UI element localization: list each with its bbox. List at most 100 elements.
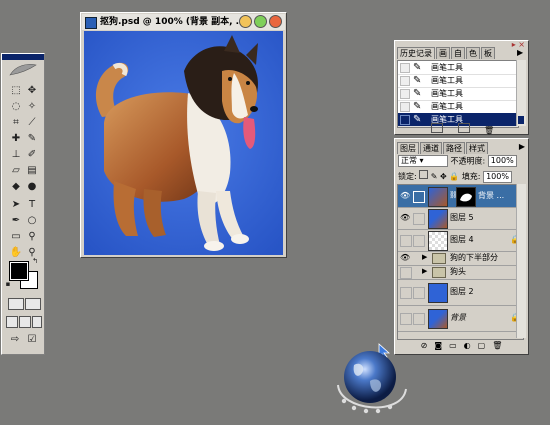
link-layers-icon[interactable]: ⊘ [421, 340, 428, 351]
panel-menu-icon[interactable]: ▶ [517, 48, 525, 58]
history-item[interactable]: ✎ 画笔工具 [398, 100, 518, 114]
image-canvas[interactable] [84, 31, 283, 255]
globe-logo-icon [337, 351, 407, 414]
foreground-color-swatch[interactable] [9, 261, 29, 281]
swap-colors-icon[interactable]: ↰ [30, 257, 40, 265]
jump-to-imageready-icon[interactable]: ⇨ [8, 333, 22, 347]
layer-thumbnail [428, 187, 448, 207]
clone-stamp-icon[interactable]: ⊥ [9, 148, 23, 162]
shape-tool-icon[interactable]: ○ [25, 214, 39, 228]
lock-position-icon[interactable]: ✥ [440, 172, 447, 181]
quick-mask-mode-button[interactable] [25, 298, 41, 310]
eye-off-box[interactable] [400, 267, 412, 279]
screen-mode-standard-button[interactable] [6, 316, 18, 328]
history-item[interactable]: ✎ 画笔工具 [398, 74, 518, 88]
layer-link-box[interactable] [413, 287, 425, 299]
eye-icon[interactable]: 👁 [400, 213, 410, 223]
lock-all-icon[interactable]: 🔒 [449, 172, 459, 181]
standard-mode-button[interactable] [8, 298, 24, 310]
layer-row[interactable]: 图层 4 🔒 [398, 229, 523, 252]
brush-icon: ✎ [413, 62, 422, 73]
brush-tool-icon[interactable]: ✎ [25, 132, 39, 146]
eye-off-box[interactable] [400, 235, 412, 247]
healing-brush-icon[interactable]: ✚ [9, 132, 23, 146]
dodge-tool-icon[interactable]: ● [25, 180, 39, 194]
history-item-label: 画笔工具 [431, 76, 463, 85]
pen-tool-icon[interactable]: ✒ [9, 214, 23, 228]
blur-tool-icon[interactable]: ◆ [9, 180, 23, 194]
lock-transparency-icon[interactable] [419, 170, 429, 179]
tab-tool-presets[interactable]: 自 [451, 47, 465, 59]
expand-arrow-icon[interactable]: ▶ [422, 267, 427, 275]
marquee-tool-icon[interactable]: ⬚ [9, 84, 23, 98]
tab-paths[interactable]: 路径 [443, 142, 465, 154]
history-item-label: 画笔工具 [431, 63, 463, 72]
layer-mask-icon[interactable]: ◙ [434, 340, 442, 351]
tab-color[interactable]: 色 [466, 47, 480, 59]
adjustment-layer-icon[interactable]: ◐ [464, 340, 471, 351]
tab-brushes[interactable]: 画 [436, 47, 450, 59]
layer-row[interactable]: 👁 图层 5 [398, 207, 523, 230]
tab-layers[interactable]: 图层 [397, 142, 419, 154]
folder-icon [432, 253, 446, 264]
layer-mask-thumbnail[interactable] [456, 187, 476, 207]
history-item-label: 画笔工具 [431, 102, 463, 111]
tab-styles[interactable]: 样式 [466, 142, 488, 154]
layer-link-box[interactable] [413, 213, 425, 225]
gradient-tool-icon[interactable]: ▤ [25, 164, 39, 178]
history-item[interactable]: ✎ 画笔工具 [398, 61, 518, 75]
new-snapshot-icon[interactable] [457, 123, 470, 133]
opacity-input[interactable]: 100% [487, 155, 517, 167]
fill-input[interactable]: 100% [483, 170, 512, 183]
layer-group-row[interactable]: ▶ 狗头 [398, 265, 523, 280]
screen-mode-full-menu-button[interactable] [19, 316, 31, 328]
eye-icon[interactable]: 👁 [400, 191, 410, 201]
new-document-icon[interactable] [430, 123, 443, 133]
checkmark-icon[interactable]: ☑ [25, 333, 39, 347]
blend-mode-select[interactable]: 正常 ▾ [398, 155, 448, 167]
type-tool-icon[interactable]: T [25, 198, 39, 212]
layers-scrollbar[interactable] [516, 184, 526, 338]
layer-row[interactable]: 图层 2 [398, 279, 523, 306]
tab-channels[interactable]: 通道 [420, 142, 442, 154]
new-layer-icon[interactable]: ▢ [478, 340, 486, 351]
layer-row[interactable]: 背景 🔒 [398, 305, 523, 332]
trash-icon[interactable]: 🗑 [484, 126, 494, 135]
notes-tool-icon[interactable]: ▭ [9, 230, 23, 244]
history-item[interactable]: ✎ 画笔工具 [398, 87, 518, 101]
eyedropper-icon[interactable]: ⚲ [25, 230, 39, 244]
eye-off-box[interactable] [400, 313, 412, 325]
path-select-icon[interactable]: ➤ [9, 198, 23, 212]
close-button[interactable] [269, 15, 282, 28]
layer-link-box[interactable] [413, 191, 425, 203]
tools-palette: ⬚ ✥ ◌ ✧ ⌗ ⟋ ✚ ✎ ⊥ ✐ ▱ ▤ ◆ ● ➤ T ✒ ○ ▭ ⚲ … [1, 53, 45, 355]
tab-swatches[interactable]: 板 [481, 47, 495, 59]
history-brush-icon[interactable]: ✐ [25, 148, 39, 162]
delete-layer-icon[interactable]: 🗑 [492, 340, 502, 351]
crop-tool-icon[interactable]: ⌗ [9, 116, 23, 130]
new-set-icon[interactable]: ▭ [449, 340, 457, 351]
magic-wand-icon[interactable]: ✧ [25, 100, 39, 114]
tab-history[interactable]: 历史记录 [397, 47, 435, 59]
maximize-button[interactable] [254, 15, 267, 28]
layer-link-box[interactable] [413, 235, 425, 247]
layer-row[interactable]: 👁 ⛓ 背景 ... [398, 185, 523, 208]
lock-pixels-icon[interactable]: ✎ [431, 172, 438, 181]
feather-logo-icon[interactable] [8, 63, 38, 77]
move-tool-icon[interactable]: ✥ [25, 84, 39, 98]
lasso-tool-icon[interactable]: ◌ [9, 100, 23, 114]
expand-arrow-icon[interactable]: ▶ [422, 253, 427, 261]
hand-tool-icon[interactable]: ✋ [9, 246, 23, 260]
history-scrollbar[interactable] [516, 60, 526, 126]
eraser-tool-icon[interactable]: ▱ [9, 164, 23, 178]
slice-tool-icon[interactable]: ⟋ [25, 116, 39, 130]
layers-menu-icon[interactable]: ▶ [519, 142, 525, 152]
layer-link-box[interactable] [413, 313, 425, 325]
screen-mode-full-button[interactable] [32, 316, 42, 328]
tools-titlebar[interactable] [2, 54, 44, 60]
default-colors-icon[interactable]: ▪ [4, 280, 12, 288]
minimize-button[interactable] [239, 15, 252, 28]
layer-group-row[interactable]: 👁 ▶ 狗的下半部分 [398, 251, 523, 266]
eye-off-box[interactable] [400, 287, 412, 299]
eye-icon[interactable]: 👁 [400, 253, 410, 263]
